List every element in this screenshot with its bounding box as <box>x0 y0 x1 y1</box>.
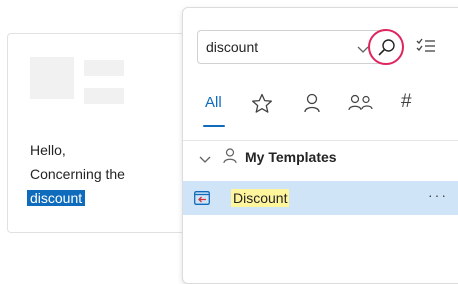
email-line: Concerning the <box>30 166 125 182</box>
section-label: My Templates <box>245 149 337 165</box>
template-insert-icon <box>194 191 210 210</box>
people-icon[interactable] <box>348 94 374 116</box>
star-icon[interactable] <box>251 93 273 118</box>
selected-tab-indicator <box>203 125 225 127</box>
search-button[interactable] <box>368 29 404 65</box>
templates-panel: All # My Templates Discount ··· <box>182 7 458 284</box>
search-box[interactable] <box>197 30 387 64</box>
template-row-discount[interactable]: Discount ··· <box>183 181 458 215</box>
tab-hashtag[interactable]: # <box>401 91 412 113</box>
email-preview-card: Hello, Concerning the discount <box>7 33 197 233</box>
email-body[interactable]: Hello, Concerning the discount <box>27 138 125 210</box>
chevron-down-icon[interactable] <box>199 151 211 167</box>
search-icon <box>378 39 395 56</box>
selected-text[interactable]: discount <box>27 190 86 206</box>
filter-list-icon[interactable] <box>416 37 436 60</box>
search-input[interactable] <box>206 37 336 57</box>
text-placeholder <box>84 88 124 104</box>
image-placeholder <box>30 57 74 99</box>
template-name: Discount <box>231 189 290 207</box>
tab-all[interactable]: All <box>205 94 222 111</box>
more-options-button[interactable]: ··· <box>428 187 448 203</box>
person-icon <box>223 148 237 167</box>
divider <box>183 140 458 141</box>
text-placeholder <box>84 60 124 76</box>
person-icon[interactable] <box>303 93 321 117</box>
email-line: Hello, <box>30 142 66 158</box>
